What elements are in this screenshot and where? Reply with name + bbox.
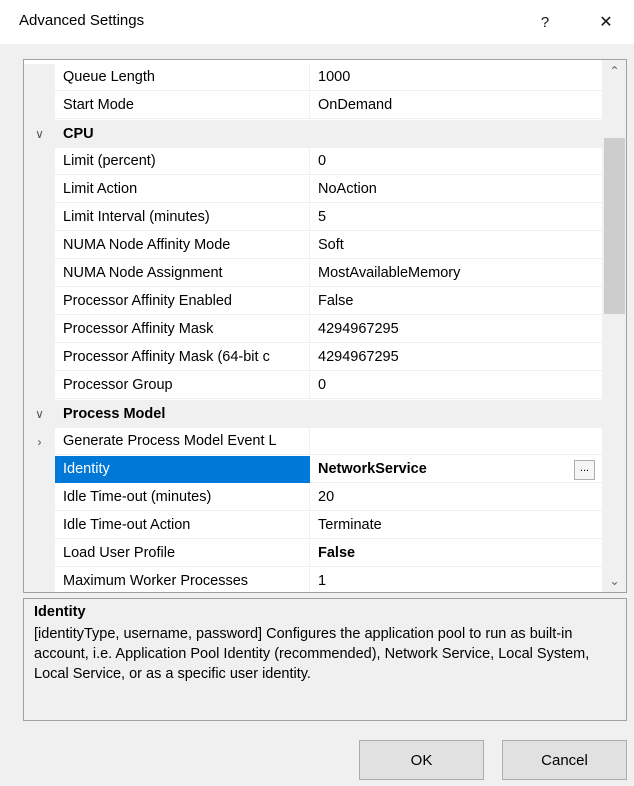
row-gutter bbox=[24, 204, 55, 232]
scroll-thumb[interactable] bbox=[604, 138, 625, 314]
property-row[interactable]: Idle Time-out (minutes) 20 bbox=[24, 484, 602, 512]
row-gutter bbox=[24, 344, 55, 372]
row-gutter bbox=[24, 148, 55, 176]
description-panel: Identity [identityType, username, passwo… bbox=[23, 598, 627, 721]
property-name: Identity bbox=[55, 456, 310, 483]
row-gutter bbox=[24, 92, 55, 120]
property-value[interactable]: MostAvailableMemory bbox=[310, 260, 602, 287]
category-row[interactable]: ∨ Process Model bbox=[24, 400, 602, 428]
row-gutter bbox=[24, 260, 55, 288]
ok-button[interactable]: OK bbox=[359, 740, 484, 780]
title-bar: Advanced Settings ? ✕ bbox=[0, 0, 634, 44]
row-gutter bbox=[24, 232, 55, 260]
property-value[interactable]: Terminate bbox=[310, 512, 602, 539]
scroll-down-icon[interactable]: ⌄ bbox=[602, 570, 626, 592]
expand-chevron-icon[interactable]: › bbox=[24, 428, 55, 456]
property-row[interactable]: Limit Action NoAction bbox=[24, 176, 602, 204]
property-value[interactable]: 1000 bbox=[310, 64, 602, 91]
property-value[interactable]: NetworkService bbox=[310, 456, 602, 483]
property-row[interactable]: NUMA Node Affinity Mode Soft bbox=[24, 232, 602, 260]
property-row[interactable]: Idle Time-out Action Terminate bbox=[24, 512, 602, 540]
cancel-button[interactable]: Cancel bbox=[502, 740, 627, 780]
property-row-selected[interactable]: Identity NetworkService... bbox=[24, 456, 602, 484]
property-value[interactable] bbox=[310, 428, 602, 455]
vertical-scrollbar[interactable]: ⌃ ⌄ bbox=[602, 60, 626, 592]
property-value[interactable]: False bbox=[310, 288, 602, 315]
property-name: NUMA Node Affinity Mode bbox=[55, 232, 310, 259]
collapse-chevron-icon[interactable]: ∨ bbox=[24, 120, 55, 148]
property-value[interactable]: NoAction bbox=[310, 176, 602, 203]
property-value[interactable]: 1 bbox=[310, 568, 602, 592]
row-gutter bbox=[24, 456, 55, 484]
category-row[interactable]: ∨ CPU bbox=[24, 120, 602, 148]
property-row[interactable]: Limit Interval (minutes) 5 bbox=[24, 204, 602, 232]
row-gutter bbox=[24, 512, 55, 540]
property-value[interactable]: 4294967295 bbox=[310, 344, 602, 371]
property-row[interactable]: Processor Affinity Mask 4294967295 bbox=[24, 316, 602, 344]
property-name: Processor Affinity Enabled bbox=[55, 288, 310, 315]
row-gutter bbox=[24, 176, 55, 204]
property-row[interactable]: Load User Profile False bbox=[24, 540, 602, 568]
property-name: Queue Length bbox=[55, 64, 310, 91]
row-gutter bbox=[24, 484, 55, 512]
property-name: Start Mode bbox=[55, 92, 310, 119]
property-name: Load User Profile bbox=[55, 540, 310, 567]
browse-ellipsis-button[interactable]: ... bbox=[574, 460, 595, 480]
property-name: NUMA Node Assignment bbox=[55, 260, 310, 287]
property-row[interactable]: Queue Length 1000 bbox=[24, 64, 602, 92]
row-gutter bbox=[24, 316, 55, 344]
property-grid: Queue Length 1000 Start Mode OnDemand ∨ CPU Li… bbox=[23, 59, 627, 593]
scroll-up-icon[interactable]: ⌃ bbox=[602, 60, 626, 82]
property-row[interactable]: Processor Affinity Mask (64-bit c 4294967… bbox=[24, 344, 602, 372]
property-name: Generate Process Model Event L bbox=[55, 428, 310, 455]
row-gutter bbox=[24, 64, 55, 92]
property-row[interactable]: Limit (percent) 0 bbox=[24, 148, 602, 176]
property-name: Idle Time-out Action bbox=[55, 512, 310, 539]
property-row[interactable]: Maximum Worker Processes 1 bbox=[24, 568, 602, 592]
property-value[interactable]: OnDemand bbox=[310, 92, 602, 119]
window-title: Advanced Settings bbox=[19, 12, 145, 29]
row-gutter bbox=[24, 372, 55, 400]
property-name: Limit (percent) bbox=[55, 148, 310, 175]
description-text: [identityType, username, password] Confi… bbox=[34, 626, 590, 682]
property-value[interactable]: 5 bbox=[310, 204, 602, 231]
property-value[interactable]: Soft bbox=[310, 232, 602, 259]
property-row[interactable]: Processor Group 0 bbox=[24, 372, 602, 400]
property-value[interactable]: 0 bbox=[310, 372, 602, 399]
description-title: Identity bbox=[34, 604, 86, 620]
property-value[interactable]: False bbox=[310, 540, 602, 567]
property-name: Processor Affinity Mask (64-bit c bbox=[55, 344, 310, 371]
row-gutter bbox=[24, 568, 55, 592]
property-value[interactable]: 20 bbox=[310, 484, 602, 511]
row-gutter bbox=[24, 288, 55, 316]
collapse-chevron-icon[interactable]: ∨ bbox=[24, 400, 55, 428]
help-button[interactable]: ? bbox=[528, 7, 562, 37]
property-row[interactable]: › Generate Process Model Event L bbox=[24, 428, 602, 456]
row-gutter bbox=[24, 540, 55, 568]
property-row[interactable]: NUMA Node Assignment MostAvailableMemory bbox=[24, 260, 602, 288]
property-name: Maximum Worker Processes bbox=[55, 568, 310, 592]
property-name: Limit Interval (minutes) bbox=[55, 204, 310, 231]
property-value[interactable]: 0 bbox=[310, 148, 602, 175]
category-label: CPU bbox=[55, 120, 602, 148]
property-name: Processor Affinity Mask bbox=[55, 316, 310, 343]
property-name: Processor Group bbox=[55, 372, 310, 399]
property-row[interactable]: Start Mode OnDemand bbox=[24, 92, 602, 120]
category-label: Process Model bbox=[55, 400, 602, 428]
property-row[interactable]: Processor Affinity Enabled False bbox=[24, 288, 602, 316]
property-name: Idle Time-out (minutes) bbox=[55, 484, 310, 511]
property-name: Limit Action bbox=[55, 176, 310, 203]
property-value[interactable]: 4294967295 bbox=[310, 316, 602, 343]
close-icon[interactable]: ✕ bbox=[589, 7, 623, 37]
